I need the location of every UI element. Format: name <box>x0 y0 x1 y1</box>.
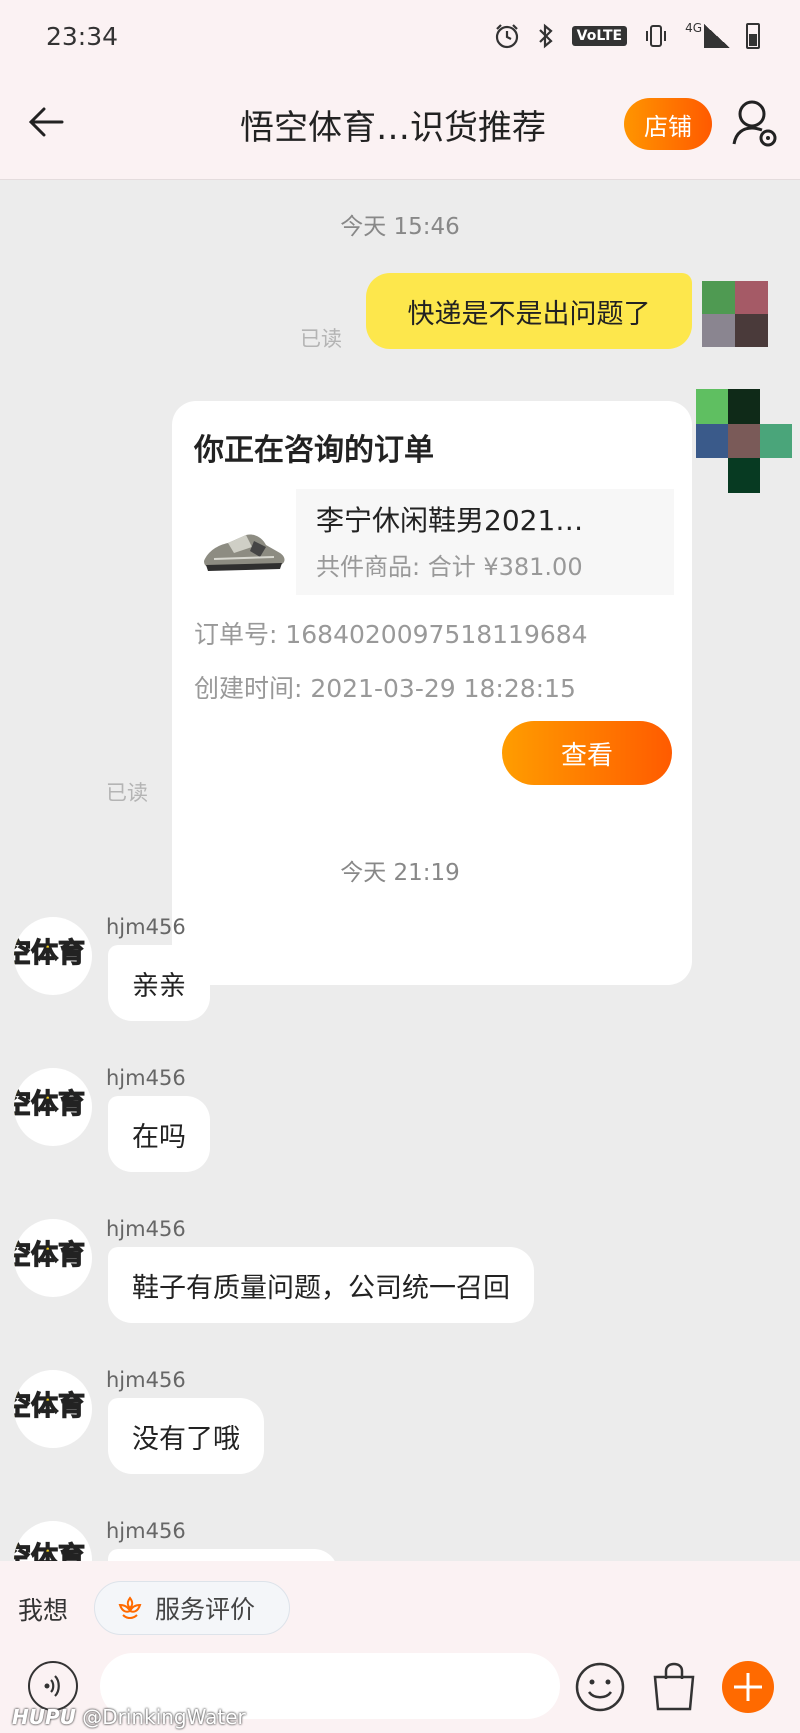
order-created-time: 创建时间: 2021-03-29 18:28:15 <box>194 674 576 703</box>
sender-name: hjm456 <box>106 1066 186 1090</box>
nav-bar: 悟空体育…识货推荐 店铺 <box>0 72 800 180</box>
message-bubble[interactable] <box>108 1549 338 1561</box>
voice-icon[interactable] <box>28 1661 78 1711</box>
read-status: 已读 <box>106 781 148 805</box>
shop-avatar[interactable]: 空体育 <box>14 1219 92 1297</box>
watermark: HUPU @DrinkingWater <box>12 1705 246 1729</box>
status-icons: VoLTE 4G <box>494 21 760 49</box>
order-product-name: 李宁休闲鞋男2021… <box>316 504 584 537</box>
service-review-label: 服务评价 <box>155 1595 256 1624</box>
message-bubble[interactable]: 鞋子有质量问题，公司统一召回 <box>108 1247 534 1323</box>
message-bubble[interactable]: 亲亲 <box>108 945 210 1021</box>
my-avatar-secondary <box>696 389 792 493</box>
incoming-message: 空体育 hjm456 <box>0 1519 800 1561</box>
network-label: 4G <box>685 21 702 35</box>
sender-name: hjm456 <box>106 915 186 939</box>
incoming-message: 空体育 hjm456 鞋子有质量问题，公司统一召回 <box>0 1217 800 1347</box>
signal-icon <box>704 24 730 48</box>
chat-area[interactable]: 今天 15:46 已读 快递是不是出问题了 你正在咨询的订单 李宁休闲鞋男202… <box>0 181 800 1561</box>
flower-icon <box>118 1596 142 1619</box>
shop-avatar[interactable]: 空体育 <box>14 1370 92 1448</box>
alarm-icon <box>495 24 518 49</box>
bluetooth-icon <box>538 23 553 49</box>
sender-name: hjm456 <box>106 1519 186 1543</box>
order-number: 订单号: 1684020097518119684 <box>194 620 588 649</box>
status-time: 23:34 <box>46 21 119 51</box>
order-card[interactable]: 你正在咨询的订单 李宁休闲鞋男2021… 共件商品: 合计 ¥381.00 订单… <box>172 401 692 985</box>
timestamp: 今天 21:19 <box>340 860 460 886</box>
vibrate-icon <box>646 25 667 47</box>
sender-name: hjm456 <box>106 1368 186 1392</box>
shop-avatar[interactable]: 空体育 <box>14 917 92 995</box>
shop-avatar[interactable]: 空体育 <box>14 1068 92 1146</box>
read-status: 已读 <box>300 327 342 351</box>
person-settings-icon[interactable] <box>732 98 780 150</box>
shop-avatar[interactable]: 空体育 <box>14 1521 92 1561</box>
my-message-bubble[interactable]: 快递是不是出问题了 <box>366 273 692 349</box>
quick-reply-label: 我想 <box>18 1596 69 1625</box>
plus-icon[interactable] <box>722 1661 774 1713</box>
message-bubble[interactable]: 在吗 <box>108 1096 210 1172</box>
shopping-bag-icon[interactable] <box>650 1661 698 1713</box>
order-card-title: 你正在咨询的订单 <box>194 433 434 468</box>
back-arrow-icon[interactable] <box>26 102 66 142</box>
my-avatar[interactable] <box>702 281 768 347</box>
incoming-message: 空体育 hjm456 亲亲 <box>0 915 800 1045</box>
incoming-message: 空体育 hjm456 在吗 <box>0 1066 800 1196</box>
order-total: 共件商品: 合计 ¥381.00 <box>316 553 583 581</box>
message-bubble[interactable]: 没有了哦 <box>108 1398 264 1474</box>
view-order-button[interactable]: 查看 <box>502 721 672 785</box>
shop-button[interactable]: 店铺 <box>624 98 712 150</box>
sender-name: hjm456 <box>106 1217 186 1241</box>
battery-icon <box>746 23 760 49</box>
shoe-thumbnail[interactable] <box>194 501 292 599</box>
incoming-message: 空体育 hjm456 没有了哦 <box>0 1368 800 1498</box>
order-product-panel[interactable]: 李宁休闲鞋男2021… 共件商品: 合计 ¥381.00 <box>296 489 674 595</box>
timestamp: 今天 15:46 <box>340 214 460 240</box>
volte-icon: VoLTE <box>571 26 628 46</box>
status-bar: 23:34 VoLTE 4G <box>0 0 800 72</box>
emoji-icon[interactable] <box>574 1661 626 1713</box>
service-review-button[interactable]: 服务评价 <box>94 1581 290 1635</box>
chat-title: 悟空体育…识货推荐 <box>240 108 546 148</box>
